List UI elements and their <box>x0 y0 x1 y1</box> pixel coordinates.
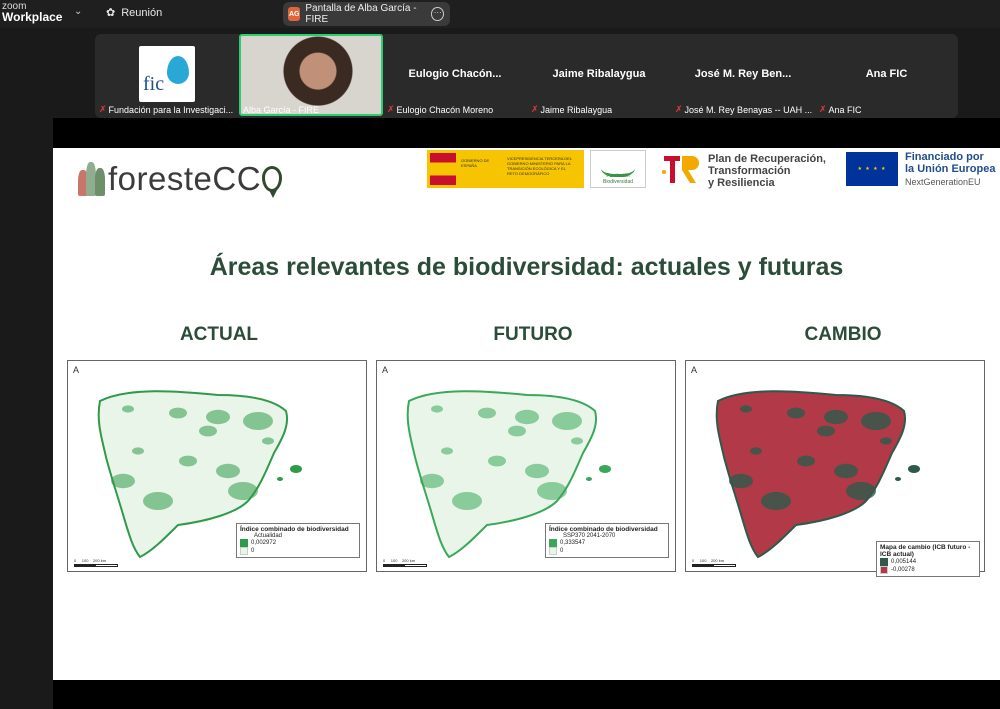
balearic-islands <box>277 477 283 481</box>
map-panel-futuro: A Índice combinado de biodiversidad SSP3… <box>376 360 676 572</box>
tab-meeting[interactable]: ✿ Reunión <box>106 6 163 20</box>
eu-funding-logo: ★ ★ ★ ★ Financiado por la Unión Europea … <box>846 150 996 188</box>
legend-value-max: 0,005144 <box>891 559 917 565</box>
shared-slide: foresteCC GOBIERNO DE ESPAÑA VICEPRESIDE… <box>53 148 1000 680</box>
legend-swatch <box>240 547 248 555</box>
tab-screen-share-label: Pantalla de Alba García - FIRE <box>305 3 417 25</box>
legend-swatch <box>880 558 888 566</box>
presenter-avatar-badge: AG <box>288 7 301 21</box>
brand-text: foresteCC <box>108 160 262 197</box>
mic-muted-icon: ✗ <box>99 104 107 114</box>
map-legend: Mapa de cambio (ICB futuro - ICB actual)… <box>876 541 980 577</box>
legend-value-min: 0 <box>251 548 255 554</box>
water-drop-icon <box>167 56 189 84</box>
scale-bar: 0 100 200 km <box>692 558 736 567</box>
fundacion-biodiversidad-logo: Fundación Biodiversidad <box>590 150 646 188</box>
legend-swatch <box>549 539 557 547</box>
location-pin-icon <box>262 166 283 198</box>
people-icon: ✿ <box>106 7 116 19</box>
legend-swatch <box>880 566 888 574</box>
legend-swatch <box>549 547 557 555</box>
fic-logo-text: fic <box>143 73 165 95</box>
legend-title: Mapa de cambio (ICB futuro - ICB actual) <box>880 544 971 558</box>
mic-muted-icon: ✗ <box>675 104 683 114</box>
plan-recuperacion-logo: Plan de Recuperación, Transformación y R… <box>660 150 840 189</box>
column-heading-actual: ACTUAL <box>179 324 259 345</box>
spain-map <box>715 390 920 559</box>
participant-tile-active-speaker[interactable]: Alba García - FIRE <box>239 34 383 118</box>
balearic-islands <box>599 465 611 473</box>
more-options-icon[interactable]: ··· <box>431 7 445 21</box>
column-heading-futuro: FUTURO <box>493 324 573 345</box>
balearic-islands <box>290 465 302 473</box>
map-panel-cambio: A Mapa de cambio (ICB futuro - ICB actua… <box>685 360 985 577</box>
legend-title: Índice combinado de biodiversidad <box>549 526 658 533</box>
forestecco-logo: foresteCC <box>78 160 283 198</box>
legend-value-max: 0,002972 <box>251 540 277 546</box>
legend-value-min: 0 <box>560 548 564 554</box>
share-letterbox-top <box>53 118 1000 148</box>
scale-bar: 0 100 200 km <box>74 558 118 567</box>
slide-title: Áreas relevantes de biodiversidad: actua… <box>209 253 844 281</box>
map-legend: Índice combinado de biodiversidad Actual… <box>236 523 360 558</box>
participant-caption: ✗ Ana FIC <box>819 104 862 115</box>
map-legend: Índice combinado de biodiversidad SSP370… <box>545 523 669 558</box>
participant-name: Ana FIC <box>865 68 908 80</box>
zoom-top-bar: zoom Workplace ⌄ ✿ Reunión AG Pantalla d… <box>0 0 1000 28</box>
tab-screen-share[interactable]: AG Pantalla de Alba García - FIRE ··· <box>283 2 450 26</box>
participant-caption: ✗ Fundación para la Investigaci... <box>99 104 234 115</box>
participant-tile[interactable]: Ana FIC ✗ Ana FIC <box>815 34 958 118</box>
participant-caption: Alba García - FIRE <box>243 105 320 115</box>
balearic-islands <box>908 465 920 473</box>
participant-name: Jaime Ribalaygua <box>552 68 646 80</box>
legend-swatch <box>240 539 248 547</box>
participant-tile[interactable]: Jaime Ribalaygua ✗ Jaime Ribalaygua <box>527 34 671 118</box>
app-name-line2: Workplace <box>2 10 63 24</box>
trees-icon <box>78 162 106 196</box>
participant-gallery: fic ✗ Fundación para la Investigaci... Al… <box>95 34 958 118</box>
mic-muted-icon: ✗ <box>531 104 539 114</box>
scale-bar: 0 100 200 km <box>383 558 427 567</box>
legend-value-min: -0,00278 <box>891 567 915 573</box>
legend-title: Índice combinado de biodiversidad <box>240 526 349 533</box>
map-panel-actual: A Índice combinado de biodiversidad Actu… <box>67 360 367 572</box>
legend-value-max: 0,333547 <box>560 540 586 546</box>
chevron-down-icon[interactable]: ⌄ <box>74 6 82 17</box>
tab-meeting-label: Reunión <box>121 6 163 19</box>
fic-logo: fic <box>139 46 195 102</box>
column-heading-cambio: CAMBIO <box>804 324 882 345</box>
participant-caption: ✗ Jaime Ribalaygua <box>531 104 613 115</box>
prtr-icon <box>662 156 699 183</box>
mic-muted-icon: ✗ <box>387 104 395 114</box>
participant-name: Eulogio Chacón... <box>408 68 502 80</box>
share-letterbox-bottom <box>53 680 1000 709</box>
balearic-islands <box>586 477 592 481</box>
gobierno-espana-logo: GOBIERNO DE ESPAÑA VICEPRESIDENCIA TERCE… <box>427 150 584 188</box>
spain-coat-icon <box>430 153 456 185</box>
participant-name: José M. Rey Ben... <box>694 68 792 80</box>
eu-flag-icon: ★ ★ ★ ★ <box>846 152 898 186</box>
participant-tile[interactable]: fic ✗ Fundación para la Investigaci... <box>95 34 239 118</box>
participant-tile[interactable]: Eulogio Chacón... ✗ Eulogio Chacón Moreno <box>383 34 527 118</box>
participant-caption: ✗ Eulogio Chacón Moreno <box>387 104 494 115</box>
participant-video <box>239 34 383 116</box>
mic-muted-icon: ✗ <box>819 104 827 114</box>
balearic-islands <box>895 477 901 481</box>
participant-caption: ✗ José M. Rey Benayas -- UAH ... <box>675 104 813 115</box>
zoom-workplace-logo[interactable]: zoom Workplace <box>2 1 62 23</box>
participant-tile[interactable]: José M. Rey Ben... ✗ José M. Rey Benayas … <box>671 34 815 118</box>
